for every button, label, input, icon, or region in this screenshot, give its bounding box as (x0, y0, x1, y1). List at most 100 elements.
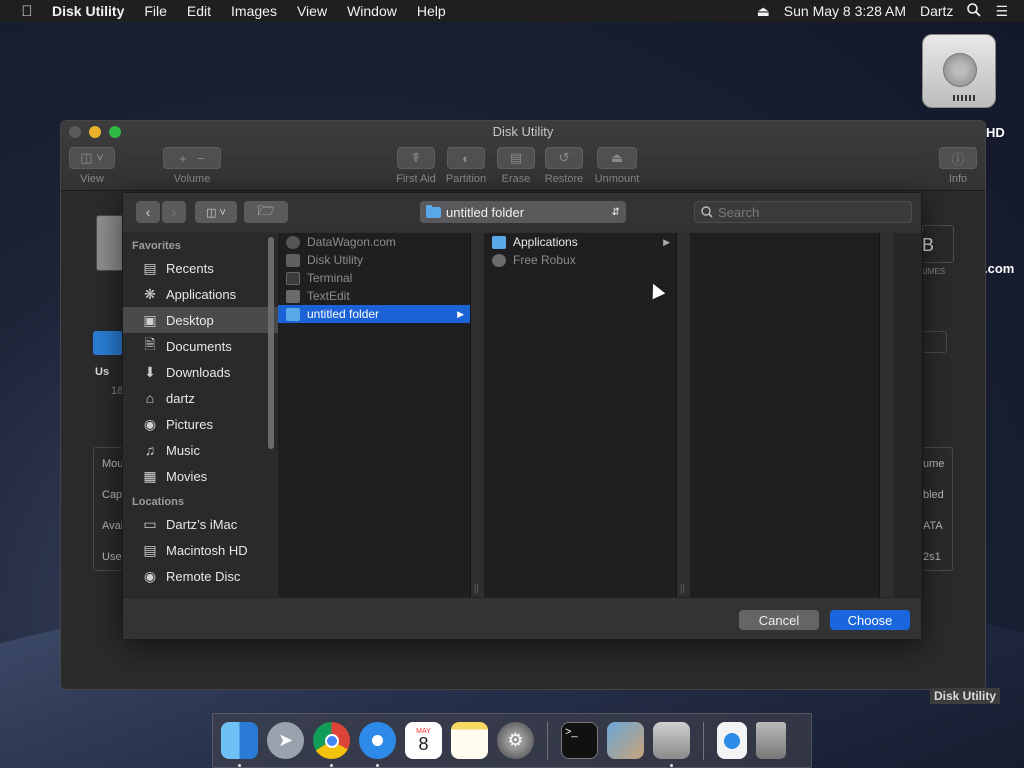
legend-used-fragment: Us (95, 366, 110, 378)
apple-icon[interactable]:  (16, 3, 38, 20)
app-icon (492, 253, 506, 267)
rocket-icon[interactable]: ➤ (267, 722, 304, 759)
menubar-user[interactable]: Dartz (920, 3, 953, 19)
menu-edit[interactable]: Edit (187, 3, 211, 19)
dock: ➤ MAY 8 ⚙ >_ (212, 713, 812, 768)
list-item[interactable]: TextEdit (278, 287, 470, 305)
macintosh-hd-desktop-icon[interactable] (922, 34, 996, 108)
type-fragment: ume (923, 458, 945, 470)
menu-file[interactable]: File (144, 3, 167, 19)
menubar-clock[interactable]: Sun May 8 3:28 AM (784, 3, 906, 19)
menu-help[interactable]: Help (417, 3, 446, 19)
updown-chevron-icon: ⇵ (611, 206, 620, 218)
info-label: Info (948, 173, 968, 185)
applications-folder-icon (492, 235, 506, 249)
location-popup[interactable]: untitled folder ⇵ (420, 201, 626, 223)
sidebar-item-movies[interactable]: ▦ Movies (123, 463, 278, 489)
disc-icon: ◉ (143, 567, 157, 584)
list-item[interactable]: Applications ▶ (484, 233, 676, 251)
search-placeholder: Search (718, 204, 760, 220)
sidebar-item-recents[interactable]: ▤ Recents (123, 255, 278, 281)
terminal-icon[interactable]: >_ (561, 722, 598, 759)
list-item[interactable]: Disk Utility (278, 251, 470, 269)
home-icon: ⌂ (145, 390, 155, 406)
menu-view[interactable]: View (297, 3, 327, 19)
terminal-icon (286, 271, 300, 285)
menu-images[interactable]: Images (231, 3, 277, 19)
textedit-icon (286, 289, 300, 303)
forward-button[interactable]: › (162, 201, 186, 223)
sidebar-item-applications[interactable]: ❋ Applications (123, 281, 278, 307)
owners-fragment: bled (923, 489, 944, 501)
volume-add-remove-buttons[interactable]: + − (163, 147, 221, 169)
disclosure-arrow-icon: ▶ (663, 236, 670, 247)
disk-utility-icon[interactable] (653, 722, 690, 767)
eject-icon[interactable]: ⏏ (757, 3, 770, 20)
sidebar-item-dartz[interactable]: ⌂ dartz (123, 385, 278, 411)
list-item-selected[interactable]: untitled folder ▶ (278, 305, 470, 323)
restore-button[interactable]: ↺ (545, 147, 583, 169)
cancel-button[interactable]: Cancel (739, 610, 819, 630)
folder-icon: 🗁 (257, 202, 275, 218)
usage-bar-fragment (93, 331, 123, 355)
browser-column-1: DataWagon.com Disk Utility Terminal Text… (278, 233, 479, 597)
sidebar-item-remote-disc[interactable]: ◉ Remote Disc (123, 563, 278, 589)
view-button[interactable]: ◫ ˅ (69, 147, 115, 169)
sidebar-item-desktop[interactable]: ▣ Desktop (123, 307, 278, 333)
partition-button[interactable]: ◐ (447, 147, 485, 169)
list-item[interactable]: Free Robux (484, 251, 676, 269)
menu-window[interactable]: Window (347, 3, 397, 19)
download-icon: ⬇ (144, 363, 156, 380)
notification-center-icon[interactable]: ☰ (995, 3, 1008, 20)
spotlight-search-icon[interactable] (967, 2, 982, 20)
volume-label: Volume (173, 173, 211, 185)
sidebar-item-documents[interactable]: 🗎 Documents (123, 333, 278, 359)
view-mode-button[interactable]: ◫ ˅ (195, 201, 237, 223)
list-item[interactable]: Terminal (278, 269, 470, 287)
view-label: View (80, 173, 104, 185)
hard-drive-icon (943, 53, 977, 87)
finder-icon[interactable] (221, 722, 258, 767)
list-item[interactable]: DataWagon.com (278, 233, 470, 251)
sidebar-item-music[interactable]: ♫ Music (123, 437, 278, 463)
unmount-button[interactable]: ⏏ (597, 147, 637, 169)
restore-label: Restore (544, 173, 584, 185)
menu-app-name[interactable]: Disk Utility (52, 3, 124, 19)
calendar-icon[interactable]: MAY 8 (405, 722, 442, 759)
new-folder-button[interactable]: 🗁 (244, 201, 288, 223)
sidebar-scrollbar[interactable] (268, 237, 274, 449)
browser-column-4 (894, 233, 923, 597)
preview-icon[interactable] (607, 722, 644, 759)
first-aid-label: First Aid (396, 173, 436, 185)
used-fragment: Use (102, 551, 122, 563)
back-button[interactable]: ‹ (136, 201, 160, 223)
column-resize-handle[interactable]: || (680, 583, 685, 593)
sidebar-item-pictures[interactable]: ◉ Pictures (123, 411, 278, 437)
dock-separator (703, 721, 704, 760)
unmount-label: Unmount (594, 173, 640, 185)
notes-icon[interactable] (451, 722, 488, 759)
compass-icon[interactable] (359, 722, 396, 767)
gear-icon[interactable]: ⚙ (497, 722, 534, 759)
info-button[interactable]: ⓘ (939, 147, 977, 169)
trash-icon[interactable] (756, 722, 786, 759)
folder-icon (426, 204, 441, 218)
column-resize-handle[interactable]: || (474, 583, 479, 593)
app-icon (286, 235, 300, 249)
choose-button[interactable]: Choose (830, 610, 910, 630)
chrome-icon[interactable] (313, 722, 350, 767)
search-icon (701, 206, 713, 218)
window-title: Disk Utility (492, 124, 554, 139)
sidebar-item-macintosh-hd[interactable]: ▤ Macintosh HD (123, 537, 278, 563)
downloads-stack-icon[interactable] (717, 722, 747, 759)
erase-button[interactable]: ▤ (497, 147, 535, 169)
dialog-sidebar: Favorites ▤ Recents ❋ Applications ▣ Deskto… (123, 233, 278, 597)
dock-tooltip: Disk Utility (930, 688, 1001, 704)
location-label: untitled folder (446, 204, 525, 220)
sidebar-item-imac[interactable]: ▭ Dartz’s iMac (123, 511, 278, 537)
first-aid-button[interactable]: ☤ (397, 147, 435, 169)
sidebar-item-downloads[interactable]: ⬇ Downloads (123, 359, 278, 385)
search-field[interactable]: Search (694, 201, 912, 223)
connection-fragment: ATA (923, 520, 943, 532)
dock-separator (547, 721, 548, 760)
